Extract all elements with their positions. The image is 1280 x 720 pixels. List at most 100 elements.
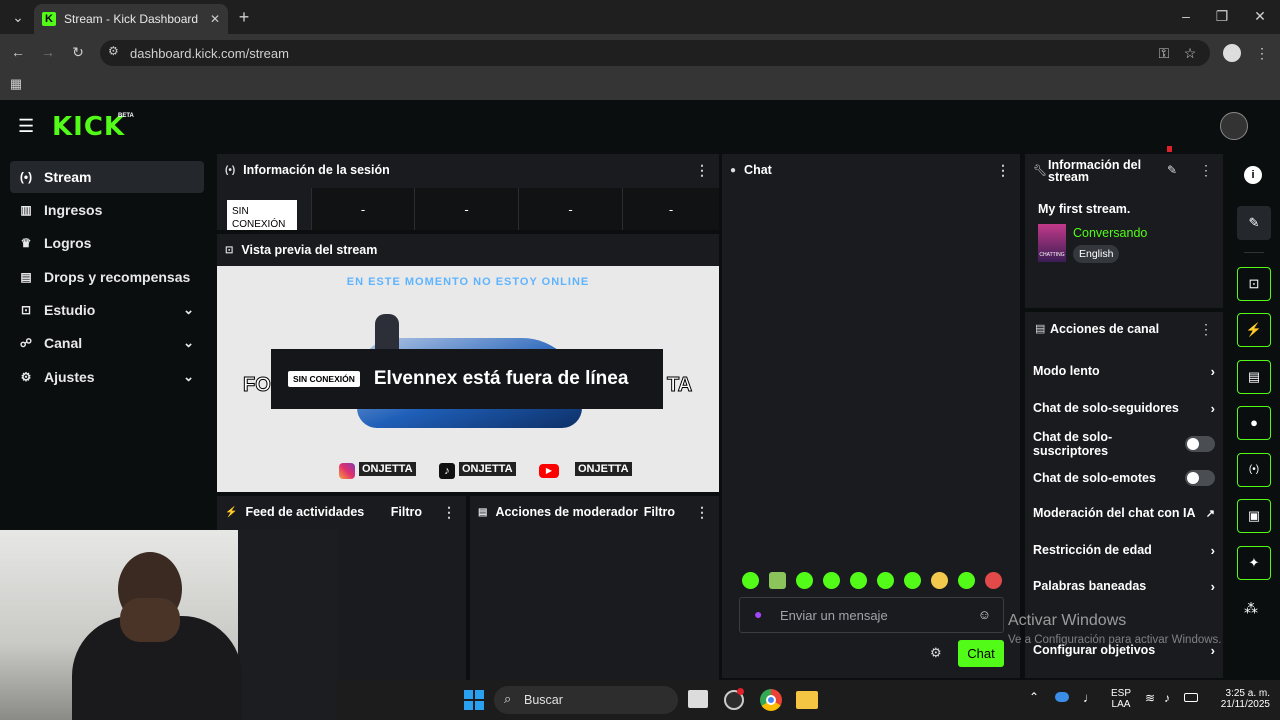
chat-title: Chat xyxy=(744,163,772,177)
emote-icon[interactable] xyxy=(823,572,840,589)
person-silhouette xyxy=(375,314,399,354)
keyboard-layout: LAA xyxy=(1111,699,1131,710)
tab-search-icon[interactable]: ⌄ xyxy=(8,7,28,27)
sidebar-item-ingresos[interactable]: ▥ Ingresos xyxy=(10,194,204,226)
sidebar-item-stream[interactable]: (•) Stream xyxy=(10,161,204,193)
emote-icon[interactable] xyxy=(904,572,921,589)
activity-feed-header: ⚡ Feed de actividades Filtro ⋮ xyxy=(217,496,466,528)
sidebar-item-label: Ingresos xyxy=(44,202,103,218)
banned-words-row[interactable]: Palabras baneadas › xyxy=(1033,576,1215,596)
info-icon[interactable]: i xyxy=(1244,166,1262,184)
emote-icon[interactable] xyxy=(931,572,948,589)
emote-icon[interactable] xyxy=(985,572,1002,589)
document-icon[interactable]: ▤ xyxy=(1237,360,1271,394)
onedrive-icon[interactable] xyxy=(1055,692,1069,702)
apps-icon[interactable]: ⁂ xyxy=(1244,600,1258,617)
youtube-icon: ▶ xyxy=(539,464,559,478)
microphone-icon[interactable]: ♩ xyxy=(1083,690,1096,705)
more-options-icon[interactable]: ⋮ xyxy=(1199,162,1213,179)
chevron-up-icon[interactable]: ⌃ xyxy=(1029,690,1039,704)
wifi-icon[interactable]: ≋ xyxy=(1145,691,1155,705)
more-options-icon[interactable]: ⋮ xyxy=(695,162,709,179)
lightning-icon[interactable]: ⚡ xyxy=(1237,313,1271,347)
clock[interactable]: 3:25 a. m. 21/11/2025 xyxy=(1206,688,1270,710)
emote-icon[interactable] xyxy=(850,572,867,589)
more-options-icon[interactable]: ⋮ xyxy=(1199,321,1213,338)
minimize-icon[interactable]: – xyxy=(1176,6,1196,26)
maximize-icon[interactable]: ❐ xyxy=(1212,6,1232,26)
forward-icon[interactable]: → xyxy=(38,42,58,62)
user-avatar[interactable] xyxy=(1220,112,1248,140)
offline-status-badge: SIN CONEXIÓN xyxy=(227,200,297,230)
sidebar-item-logros[interactable]: ♛ Logros xyxy=(10,227,204,259)
more-options-icon[interactable]: ⋮ xyxy=(442,504,456,521)
menu-dots-icon[interactable]: ⋮ xyxy=(1252,43,1272,63)
reload-icon[interactable]: ↻ xyxy=(68,42,88,62)
sidebar-item-estudio[interactable]: ⊡ Estudio ⌄ xyxy=(10,294,204,326)
send-chat-button[interactable]: Chat xyxy=(958,640,1004,667)
emoji-icon[interactable]: ☺ xyxy=(978,607,991,622)
emote-icon[interactable] xyxy=(958,572,975,589)
metric-value: - xyxy=(311,188,415,230)
apps-grid-icon[interactable]: ▦ xyxy=(6,74,26,94)
more-options-icon[interactable]: ⋮ xyxy=(695,504,709,521)
battery-icon[interactable] xyxy=(1184,693,1198,702)
social-handle: ONJETTA xyxy=(575,462,632,476)
url-input[interactable]: ⚙ dashboard.kick.com/stream xyxy=(100,40,1210,66)
key-icon[interactable]: ⚿ xyxy=(1154,43,1174,63)
more-options-icon[interactable]: ⋮ xyxy=(996,162,1010,179)
chat-bubble-icon[interactable]: ● xyxy=(1237,406,1271,440)
kick-logo[interactable]: KICK xyxy=(52,112,125,142)
emote-icon[interactable] xyxy=(796,572,813,589)
beta-badge: BETA xyxy=(118,113,134,119)
taskbar-search-input[interactable]: ⌕ Buscar xyxy=(494,686,678,714)
emote-icon[interactable] xyxy=(877,572,894,589)
chat-settings-gear-icon[interactable]: ⚙ xyxy=(930,645,942,661)
windows-start-icon[interactable] xyxy=(464,690,484,710)
studio-icon: ⊡ xyxy=(225,244,234,256)
external-link-icon: ↗ xyxy=(1205,507,1215,520)
task-view-icon[interactable] xyxy=(688,690,708,708)
back-icon[interactable]: ← xyxy=(8,42,28,62)
bookmark-star-icon[interactable]: ☆ xyxy=(1180,43,1200,63)
edit-pencil-icon[interactable]: ✎ xyxy=(1167,163,1177,177)
language-indicator[interactable]: ESP LAA xyxy=(1106,688,1136,710)
sidebar-item-ajustes[interactable]: ⚙ Ajustes ⌄ xyxy=(10,361,204,393)
hamburger-menu-icon[interactable]: ☰ xyxy=(18,116,34,137)
rail-divider xyxy=(1244,252,1264,253)
category-link[interactable]: Conversando xyxy=(1073,226,1147,240)
emote-icon[interactable] xyxy=(769,572,786,589)
emotes-only-toggle[interactable] xyxy=(1185,470,1215,486)
microphone-icon[interactable]: ● xyxy=(754,606,762,622)
bookmarks-bar xyxy=(0,70,1280,100)
close-tab-icon[interactable]: ✕ xyxy=(210,12,220,26)
subscribers-only-toggle[interactable] xyxy=(1185,436,1215,452)
sidebar-item-canal[interactable]: ☍ Canal ⌄ xyxy=(10,327,204,359)
site-info-icon[interactable]: ⚙ xyxy=(108,44,119,58)
profile-avatar[interactable] xyxy=(1223,44,1241,62)
new-tab-icon[interactable]: + xyxy=(234,7,254,27)
age-restriction-row[interactable]: Restricción de edad › xyxy=(1033,540,1215,560)
browser-tab[interactable]: K Stream - Kick Dashboard ✕ xyxy=(34,4,228,34)
studio-icon[interactable]: ⊡ xyxy=(1237,267,1271,301)
close-window-icon[interactable]: ✕ xyxy=(1250,6,1270,26)
edit-pencil-icon[interactable]: ✎ xyxy=(1237,206,1271,240)
stream-preview-title: Vista previa del stream xyxy=(241,243,378,257)
offline-message: Elvennex está fuera de línea xyxy=(373,368,629,389)
social-handle: ONJETTA xyxy=(359,462,416,476)
emote-icon[interactable] xyxy=(742,572,759,589)
sidebar-item-drops[interactable]: ▤ Drops y recompensas xyxy=(10,261,204,293)
slow-mode-row[interactable]: Modo lento › xyxy=(1033,361,1215,381)
wrench-icon[interactable]: ✦ xyxy=(1237,546,1271,580)
kick-favicon-icon: K xyxy=(42,12,56,26)
broadcast-icon[interactable]: (•) xyxy=(1237,453,1271,487)
volume-icon[interactable]: ♪ xyxy=(1164,691,1170,705)
category-thumbnail[interactable]: CHATTING xyxy=(1038,224,1066,262)
video-camera-icon[interactable]: ▣ xyxy=(1237,499,1271,533)
ai-moderation-row[interactable]: Moderación del chat con IA ↗ xyxy=(1033,503,1215,523)
chat-message-input[interactable]: ● Enviar un mensaje ☺ xyxy=(739,597,1004,633)
followers-only-row[interactable]: Chat de solo-seguidores › xyxy=(1033,398,1215,418)
feed-filter-button[interactable]: Filtro xyxy=(391,505,422,519)
file-explorer-icon[interactable] xyxy=(796,691,818,709)
mod-filter-button[interactable]: Filtro xyxy=(644,505,675,519)
